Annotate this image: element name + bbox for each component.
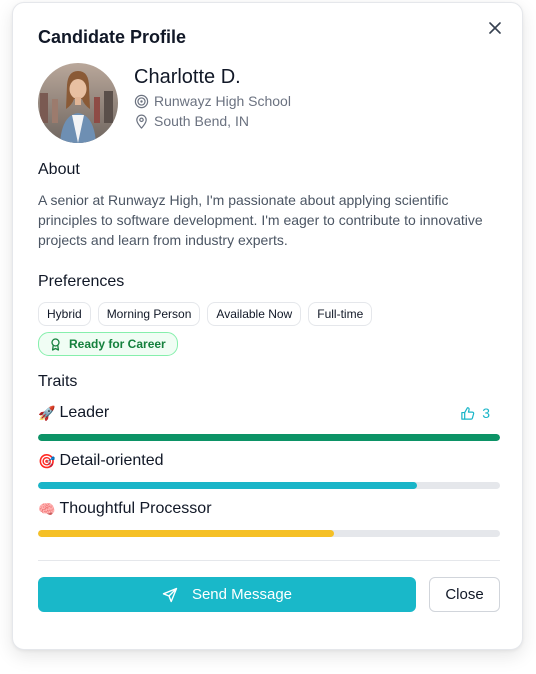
trait-bar-fill [38,434,500,441]
trait-bar-thoughtful-processor [38,530,500,537]
send-label: Send Message [191,586,293,603]
rocket-icon: 🚀 [38,405,56,421]
candidate-profile-dialog: Candidate Profile Charlotte D. Runwayz H… [12,2,523,650]
likes-button[interactable]: 3 [460,405,490,421]
likes-count: 3 [482,405,490,421]
award-icon [50,337,61,351]
trait-thoughtful-processor: 🧠 Thoughtful Processor [38,500,212,518]
send-icon [162,587,178,603]
about-text: A senior at Runwayz High, I'm passionate… [38,192,483,248]
school-name: Runwayz High School [154,93,291,109]
chip-hybrid: Hybrid [38,302,91,326]
candidate-name: Charlotte D. [134,66,241,88]
close-icon[interactable] [484,17,506,39]
brain-icon: 🧠 [38,501,56,517]
chip-full-time: Full-time [308,302,373,326]
location-row: South Bend, IN [134,113,249,129]
badge-label: Ready for Career [69,337,166,351]
thumbs-up-icon [460,406,475,421]
ready-for-career-badge: Ready for Career [38,332,178,356]
trait-bar-leader [38,434,500,441]
map-pin-icon [134,114,149,129]
target-icon [134,94,149,109]
target-icon: 🎯 [38,453,56,469]
trait-label: Detail-oriented [59,452,164,469]
trait-detail-oriented: 🎯 Detail-oriented [38,452,164,470]
preferences-heading: Preferences [38,273,125,290]
chip-morning-person: Morning Person [97,302,201,326]
trait-label: Thoughtful Processor [59,500,212,517]
chip-available-now: Available Now [207,302,302,326]
send-message-button[interactable]: Send Message [38,577,416,612]
trait-leader: 🚀 Leader [38,404,109,422]
trait-label: Leader [59,404,110,421]
school-row: Runwayz High School [134,93,291,109]
divider [38,560,500,561]
trait-bar-fill [38,530,334,537]
dialog-title: Candidate Profile [38,27,187,47]
about-heading: About [38,161,80,178]
trait-bar-detail-oriented [38,482,500,489]
location-text: South Bend, IN [154,113,249,129]
traits-heading: Traits [38,373,78,390]
avatar [38,63,118,143]
close-button[interactable]: Close [429,577,500,612]
trait-bar-fill [38,482,417,489]
preference-chips: Hybrid Morning Person Available Now Full… [38,302,373,326]
